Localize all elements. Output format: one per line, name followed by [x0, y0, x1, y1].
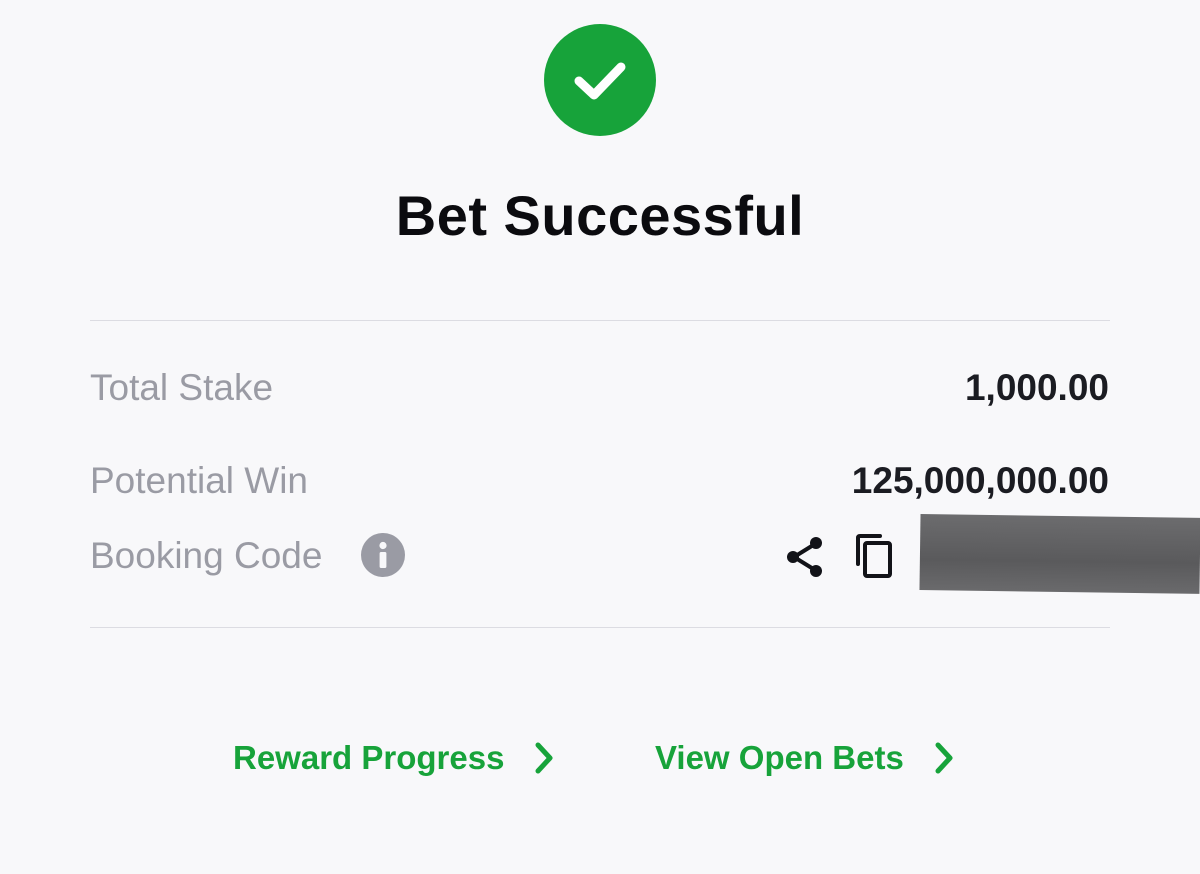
view-open-bets-label: View Open Bets [655, 739, 904, 776]
reward-progress-label: Reward Progress [233, 739, 505, 776]
top-divider [90, 320, 1110, 321]
check-circle-icon [544, 24, 656, 136]
potential-win-value: 125,000,000.00 [851, 460, 1109, 501]
reward-progress-link[interactable]: Reward Progress [233, 736, 556, 780]
copy-icon[interactable] [850, 532, 898, 580]
booking-code-label: Booking Code [90, 535, 323, 576]
share-icon[interactable] [782, 534, 828, 580]
total-stake-label: Total Stake [90, 367, 274, 408]
redacted-booking-code [919, 514, 1200, 594]
bottom-divider [90, 627, 1110, 628]
chevron-right-icon [932, 738, 956, 778]
page-title: Bet Successful [395, 184, 805, 247]
info-glyph-icon [379, 541, 387, 568]
potential-win-label: Potential Win [90, 460, 308, 501]
view-open-bets-link[interactable]: View Open Bets [655, 736, 956, 780]
total-stake-value: 1,000.00 [964, 367, 1109, 408]
chevron-right-icon [532, 738, 556, 778]
checkmark-icon [574, 62, 626, 100]
info-icon[interactable] [361, 533, 405, 577]
